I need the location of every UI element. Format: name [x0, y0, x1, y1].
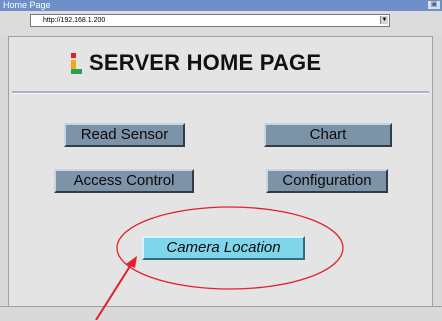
server-logo-icon: [71, 53, 82, 74]
configuration-button[interactable]: Configuration: [266, 169, 388, 193]
left-frame: [0, 36, 9, 306]
page-title: SERVER HOME PAGE: [89, 50, 322, 75]
window-titlebar: Home Page ▣: [0, 0, 442, 11]
access-control-button[interactable]: Access Control: [54, 169, 194, 193]
window-title: Home Page: [3, 0, 51, 10]
page-content: SERVER HOME PAGE Read Sensor Chart Acces…: [9, 37, 432, 306]
camera-location-button[interactable]: Camera Location: [142, 236, 305, 260]
address-bar[interactable]: http://192.168.1.200 ▼: [30, 14, 390, 27]
right-scrollbar[interactable]: [432, 36, 442, 306]
status-bar: [0, 306, 442, 321]
heading-divider: [12, 91, 429, 94]
address-dropdown-icon[interactable]: ▼: [380, 16, 388, 24]
read-sensor-button[interactable]: Read Sensor: [64, 123, 185, 147]
chart-button[interactable]: Chart: [264, 123, 392, 147]
window-control-icon[interactable]: ▣: [428, 1, 440, 9]
browser-toolbar: http://192.168.1.200 ▼: [0, 11, 442, 37]
address-url[interactable]: http://192.168.1.200: [43, 15, 105, 26]
